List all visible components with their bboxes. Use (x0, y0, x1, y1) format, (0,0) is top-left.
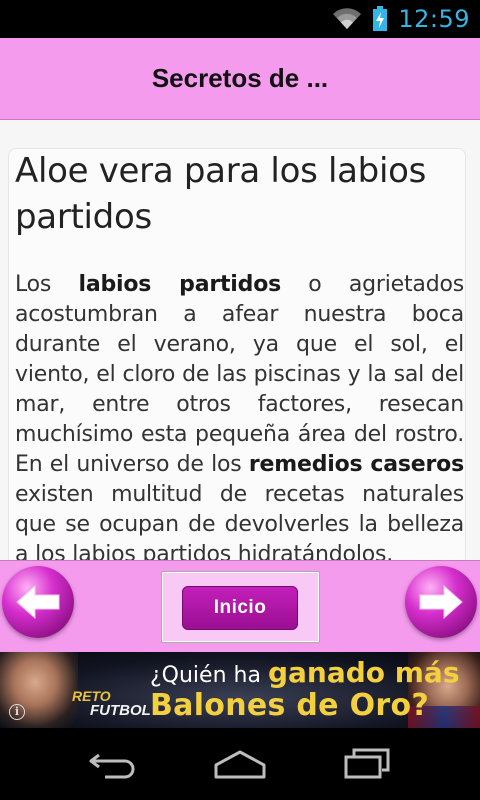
wifi-icon (332, 7, 362, 31)
article-title: Aloe vera para los labios partidos (15, 151, 427, 237)
article-emphasis: labios partidos (78, 272, 282, 297)
article-text: o agrietados acostumbran a afear nuestra… (15, 272, 464, 477)
article-emphasis: remedios caseros (248, 452, 464, 477)
ad-logo: RETO FUTBOL (72, 688, 151, 722)
app-title: Secretos de ... (151, 63, 329, 93)
home-button[interactable]: Inicio (182, 586, 298, 630)
home-panel: Inicio (161, 571, 320, 643)
ad-headline-line1: ¿Quién ha ganado más (150, 656, 459, 689)
battery-charging-icon (372, 6, 388, 32)
ad-info-icon[interactable]: i (9, 704, 25, 720)
arrow-left-icon (16, 584, 60, 620)
app-title-bar: Secretos de ... (0, 38, 480, 120)
ad-headline-line2: Balones de Oro? (150, 688, 430, 723)
recent-apps-icon (344, 748, 390, 779)
back-icon (89, 753, 135, 779)
previous-button[interactable] (2, 566, 74, 638)
home-nav-button[interactable] (210, 744, 270, 784)
ad-logo-bottom: FUTBOL (90, 702, 151, 719)
article-text: existen multitud de recetas naturales qu… (15, 482, 464, 560)
ad-headline-small: ¿Quién ha (150, 663, 268, 688)
next-button[interactable] (405, 566, 477, 638)
ad-headline-big: ganado más (267, 656, 460, 689)
system-nav-bar (0, 728, 480, 800)
status-bar: 12:59 (0, 0, 480, 38)
status-time: 12:59 (398, 5, 470, 33)
arrow-right-icon (419, 584, 463, 620)
ad-banner[interactable]: i RETO FUTBOL ¿Quién ha ganado más Balon… (0, 652, 480, 728)
article-scroll-area[interactable]: Aloe vera para los labios partidos Los l… (0, 120, 480, 560)
article-body: Los labios partidos o agrietados acostum… (15, 270, 464, 560)
back-button[interactable] (83, 744, 143, 784)
recent-apps-button[interactable] (337, 744, 397, 784)
home-icon (214, 750, 266, 779)
article-text: Los (15, 272, 79, 297)
bottom-nav-bar: Inicio (0, 560, 480, 652)
